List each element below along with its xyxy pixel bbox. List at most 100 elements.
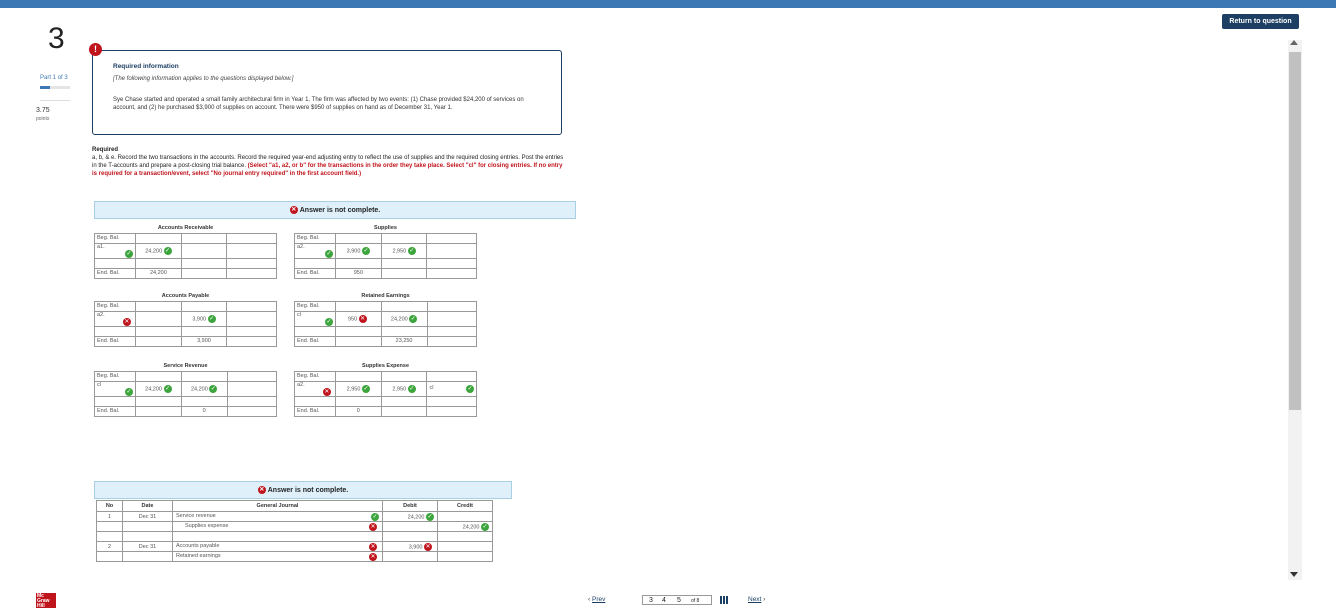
t-cell[interactable]: Beg. Bal.	[294, 232, 336, 244]
t-cell[interactable]	[134, 370, 182, 382]
t-cell[interactable]	[226, 370, 278, 382]
scrollbar-thumb[interactable]	[1289, 52, 1301, 410]
t-cell: End. Bal.	[294, 335, 336, 347]
t-cell[interactable]: cl ✓	[294, 310, 336, 327]
t-cell[interactable]	[426, 242, 477, 259]
scroll-down-icon[interactable]	[1290, 572, 1298, 577]
grid-icon[interactable]	[720, 596, 728, 604]
t-cell[interactable]	[180, 257, 228, 269]
t-cell[interactable]	[226, 242, 277, 259]
account-cell[interactable]: Retained earnings ✕	[172, 551, 383, 562]
credit-cell[interactable]	[437, 541, 493, 552]
t-cell[interactable]	[134, 325, 182, 337]
t-cell[interactable]	[334, 257, 382, 269]
t-cell[interactable]	[134, 232, 182, 244]
t-cell[interactable]	[226, 257, 277, 269]
t-cell[interactable]: 24,200 ✓	[380, 310, 428, 327]
t-cell[interactable]	[94, 325, 136, 337]
t-cell[interactable]	[294, 395, 336, 407]
t-cell[interactable]	[334, 232, 382, 244]
t-cell[interactable]: 24,200 ✓	[180, 380, 228, 397]
t-cell[interactable]	[94, 395, 136, 407]
t-cell[interactable]: 2,950 ✓	[334, 380, 382, 397]
t-cell[interactable]: a2. ✓	[294, 242, 336, 259]
next-button[interactable]: Next ›	[748, 596, 765, 603]
t-cell[interactable]	[380, 395, 428, 407]
t-cell[interactable]: 2,950 ✓	[380, 380, 428, 397]
scroll-up-icon[interactable]	[1290, 40, 1298, 45]
t-cell[interactable]	[180, 232, 228, 244]
t-cell[interactable]	[334, 370, 382, 382]
t-cell[interactable]	[380, 232, 428, 244]
t-cell[interactable]	[180, 370, 228, 382]
t-cell[interactable]: 2,950 ✓	[380, 242, 428, 259]
required-instructions: Required a, b, & e. Record the two trans…	[92, 146, 567, 178]
t-cell[interactable]	[180, 395, 228, 407]
t-cell[interactable]	[226, 380, 278, 397]
account-cell[interactable]: Supplies expense ✕	[172, 521, 383, 532]
t-cell[interactable]	[380, 325, 428, 337]
t-cell[interactable]: 3,900 ✓	[334, 242, 382, 259]
t-cell[interactable]: Beg. Bal.	[94, 300, 136, 312]
credit-cell[interactable]	[437, 531, 493, 542]
t-cell[interactable]	[426, 325, 477, 337]
credit-cell[interactable]	[437, 551, 493, 562]
debit-cell[interactable]	[382, 551, 438, 562]
t-cell[interactable]: a2. ✕	[294, 380, 336, 397]
t-cell[interactable]	[334, 395, 382, 407]
t-cell[interactable]: Beg. Bal.	[294, 370, 336, 382]
account-cell[interactable]: Accounts payable ✕	[172, 541, 383, 552]
return-to-question-button[interactable]: Return to question	[1222, 14, 1299, 29]
t-cell[interactable]: Beg. Bal.	[294, 300, 336, 312]
t-cell[interactable]	[226, 300, 277, 312]
t-cell[interactable]: 950 ✕	[334, 310, 382, 327]
t-cell[interactable]	[180, 300, 228, 312]
t-cell[interactable]: Beg. Bal.	[94, 370, 136, 382]
t-cell[interactable]	[426, 232, 477, 244]
t-cell[interactable]	[226, 232, 277, 244]
page-5[interactable]: 5	[677, 597, 681, 604]
account-cell[interactable]	[172, 531, 383, 542]
debit-cell[interactable]	[382, 531, 438, 542]
t-cell[interactable]	[426, 310, 477, 327]
t-cell[interactable]: cl ✓	[94, 380, 136, 397]
debit-cell[interactable]: 24,200 ✓	[382, 511, 438, 522]
page-3[interactable]: 3	[649, 597, 653, 604]
info-intro: [The following information applies to th…	[113, 76, 294, 82]
t-cell[interactable]: 24,200 ✓	[134, 242, 182, 259]
account-cell[interactable]: Service revenue ✓	[172, 511, 383, 522]
prev-button[interactable]: ‹ Prev	[588, 596, 605, 603]
credit-cell[interactable]: 24,200 ✓	[437, 521, 493, 532]
t-cell[interactable]	[134, 300, 182, 312]
debit-cell[interactable]: 3,900 ✕	[382, 541, 438, 552]
t-cell[interactable]	[226, 395, 278, 407]
t-cell[interactable]	[226, 325, 277, 337]
t-cell[interactable]: Beg. Bal.	[94, 232, 136, 244]
t-cell[interactable]	[294, 257, 336, 269]
t-cell[interactable]	[426, 395, 477, 407]
t-cell[interactable]: a2. ✕	[94, 310, 136, 327]
t-cell[interactable]: 24,200 ✓	[134, 380, 182, 397]
t-cell[interactable]	[94, 257, 136, 269]
t-cell[interactable]	[134, 257, 182, 269]
t-cell[interactable]	[426, 300, 477, 312]
page-4[interactable]: 4	[662, 597, 666, 604]
credit-cell[interactable]	[437, 511, 493, 522]
t-cell[interactable]	[134, 395, 182, 407]
t-cell[interactable]	[226, 310, 277, 327]
t-cell[interactable]: a1. ✓	[94, 242, 136, 259]
debit-cell[interactable]	[382, 521, 438, 532]
t-cell[interactable]	[426, 257, 477, 269]
t-cell[interactable]	[180, 242, 228, 259]
t-cell[interactable]	[134, 310, 182, 327]
t-cell[interactable]	[294, 325, 336, 337]
t-cell[interactable]	[334, 300, 382, 312]
t-cell[interactable]	[380, 257, 428, 269]
t-cell[interactable]	[334, 325, 382, 337]
t-cell[interactable]	[380, 300, 428, 312]
t-cell[interactable]	[426, 370, 477, 382]
t-cell[interactable]: 3,900 ✓	[180, 310, 228, 327]
t-cell[interactable]: cl ✓	[426, 380, 477, 397]
t-cell[interactable]	[380, 370, 428, 382]
t-cell[interactable]	[180, 325, 228, 337]
